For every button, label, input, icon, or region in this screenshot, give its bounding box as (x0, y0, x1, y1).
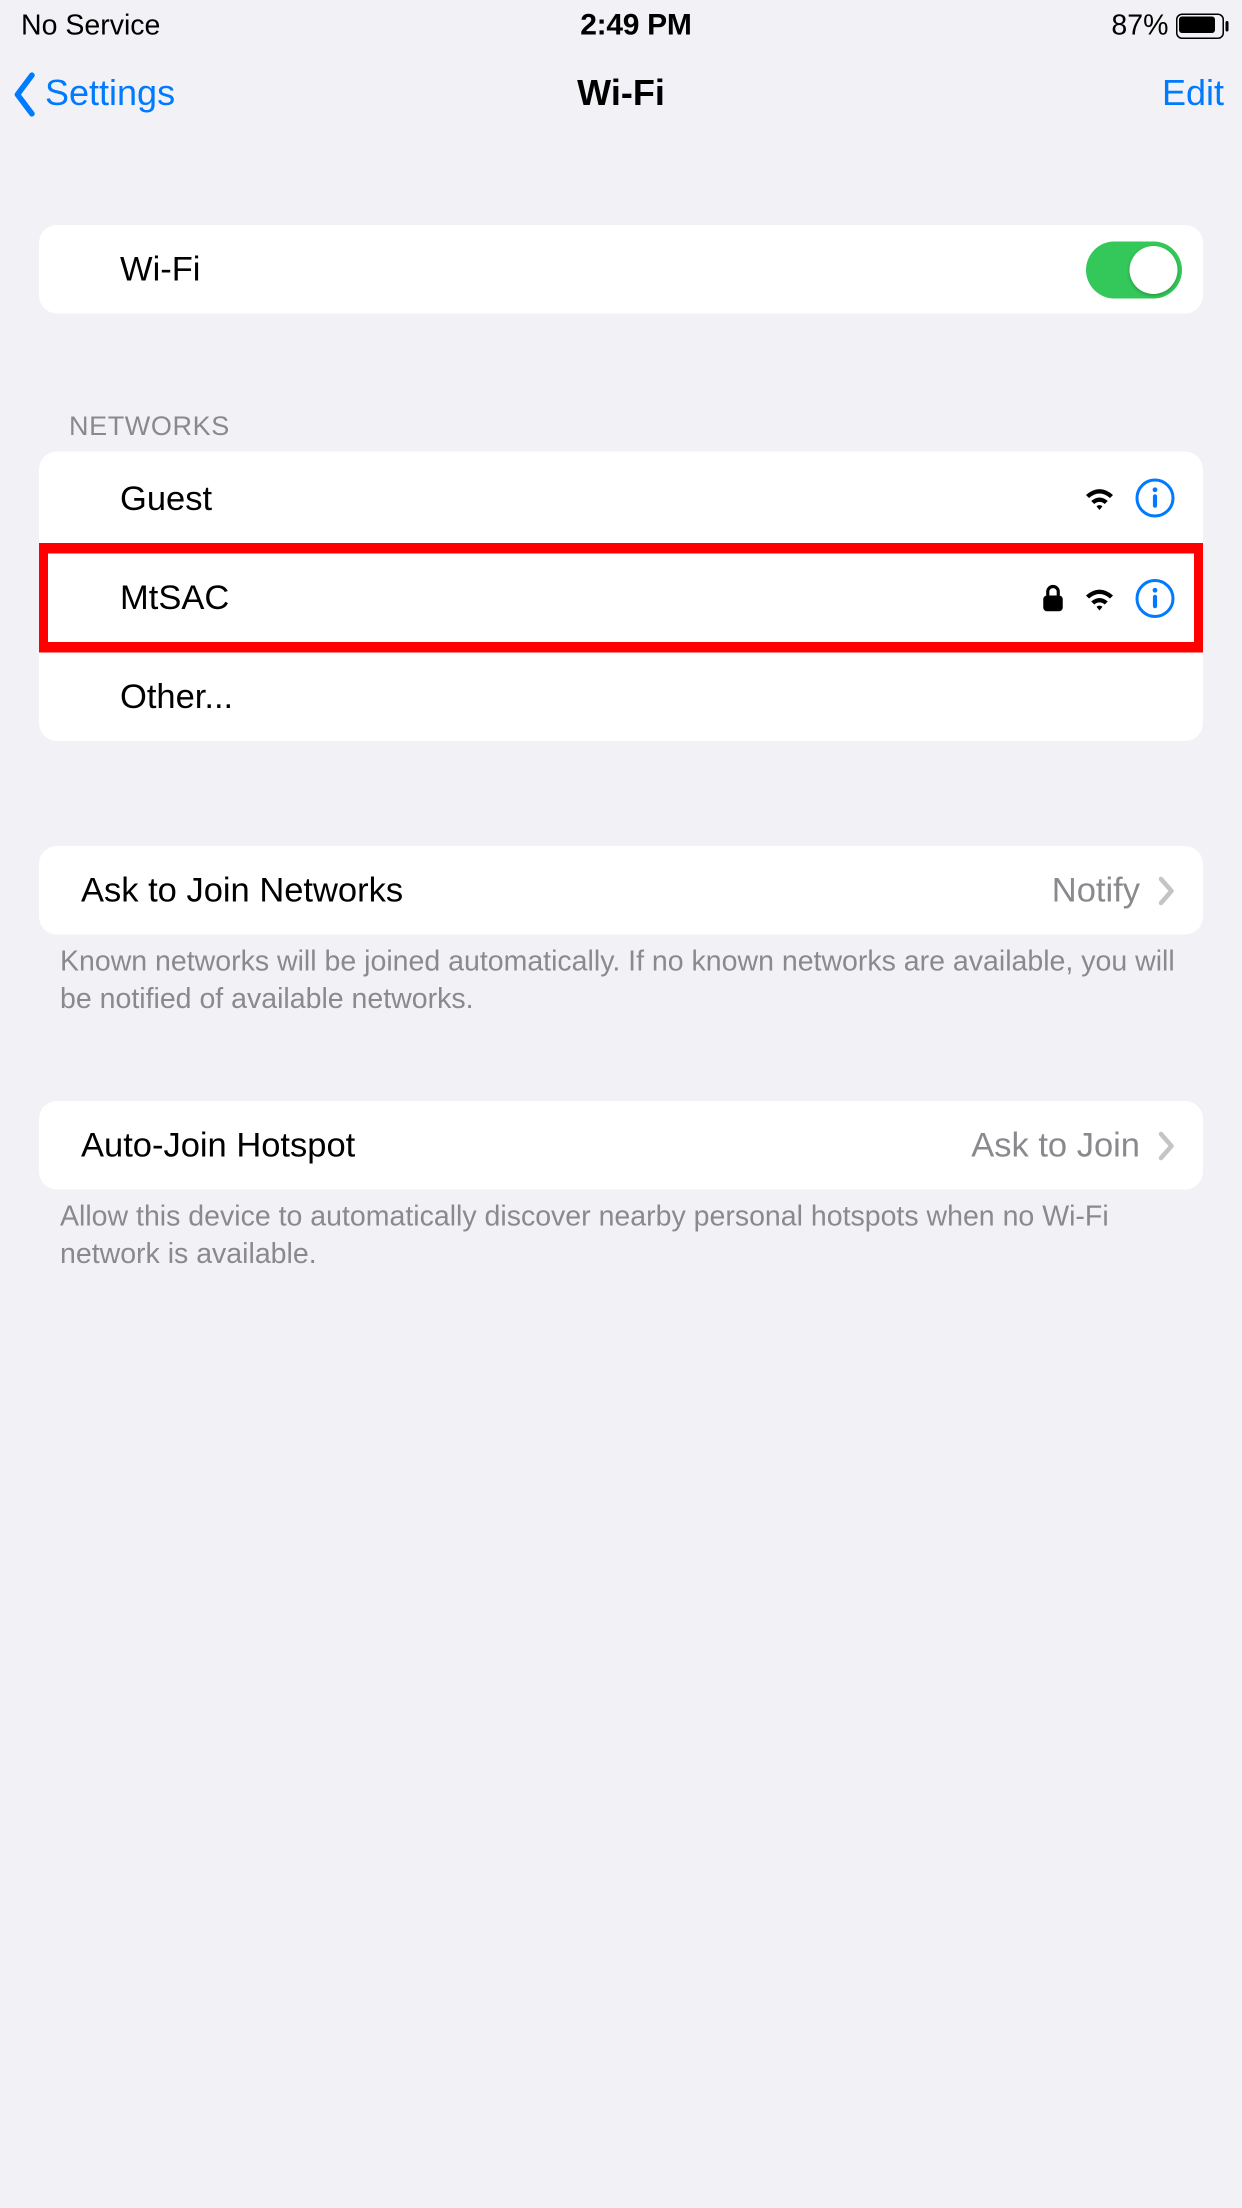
network-name: MtSAC (120, 578, 1041, 619)
status-carrier: No Service (21, 10, 160, 43)
auto-hotspot-group: Auto-Join Hotspot Ask to Join (39, 1101, 1203, 1190)
network-row-other[interactable]: Other... (39, 650, 1203, 742)
battery-icon (1176, 14, 1224, 40)
auto-join-hotspot-footer: Allow this device to automatically disco… (60, 1199, 1203, 1274)
network-row-mtsac[interactable]: MtSAC (39, 545, 1203, 650)
network-row-guest[interactable]: Guest (39, 452, 1203, 545)
chevron-right-icon (1158, 1130, 1176, 1160)
ask-to-join-footer: Known networks will be joined automatica… (60, 944, 1203, 1019)
nav-title: Wi-Fi (0, 73, 1242, 115)
status-time: 2:49 PM (580, 9, 691, 44)
wifi-toggle-row[interactable]: Wi-Fi (39, 225, 1203, 314)
wifi-signal-icon (1083, 485, 1116, 512)
nav-bar: Settings Wi-Fi Edit (0, 53, 1242, 136)
wifi-toggle-label: Wi-Fi (120, 249, 1086, 290)
auto-join-hotspot-row[interactable]: Auto-Join Hotspot Ask to Join (39, 1101, 1203, 1190)
networks-group: Guest MtSAC Other... (39, 452, 1203, 742)
ask-to-join-row[interactable]: Ask to Join Networks Notify (39, 846, 1203, 935)
info-icon[interactable] (1134, 577, 1176, 619)
networks-header: Networks (69, 411, 1203, 443)
back-button[interactable]: Settings (9, 71, 175, 116)
ask-to-join-value: Notify (1052, 870, 1140, 911)
ask-join-group: Ask to Join Networks Notify (39, 846, 1203, 935)
wifi-signal-icon (1083, 584, 1116, 611)
network-name: Guest (120, 478, 1083, 519)
auto-join-hotspot-label: Auto-Join Hotspot (81, 1125, 971, 1166)
status-battery-percent: 87% (1111, 10, 1168, 43)
chevron-right-icon (1158, 875, 1176, 905)
chevron-left-icon (9, 71, 42, 116)
wifi-toggle-group: Wi-Fi (39, 225, 1203, 314)
back-label: Settings (45, 73, 175, 115)
ask-to-join-label: Ask to Join Networks (81, 870, 1052, 911)
status-bar: No Service 2:49 PM 87% (0, 0, 1242, 53)
lock-icon (1041, 583, 1065, 613)
edit-button[interactable]: Edit (1162, 73, 1224, 115)
other-label: Other... (120, 676, 1176, 717)
wifi-toggle[interactable] (1086, 241, 1182, 298)
info-icon[interactable] (1134, 477, 1176, 519)
auto-join-hotspot-value: Ask to Join (971, 1125, 1140, 1166)
